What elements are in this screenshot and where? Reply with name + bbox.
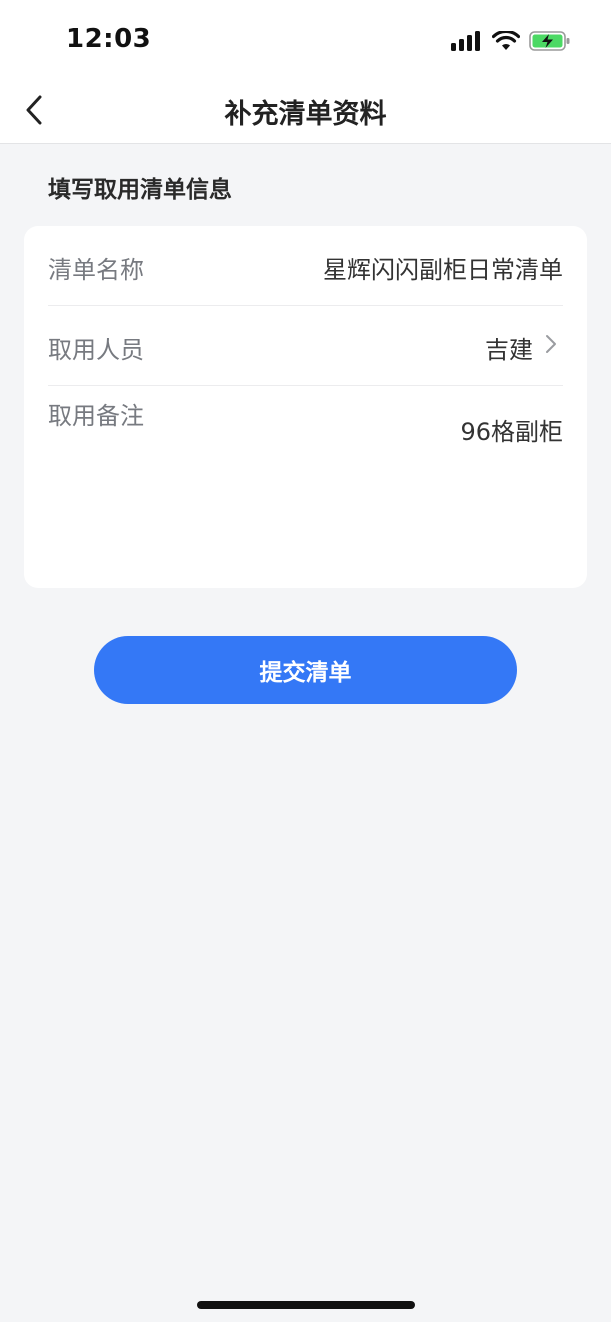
signal-icon xyxy=(451,31,480,51)
remark-value[interactable]: 96格副柜 xyxy=(460,412,563,447)
section-title: 填写取用清单信息 xyxy=(48,177,232,203)
battery-charging-icon xyxy=(529,31,570,51)
remark-label: 取用备注 xyxy=(48,402,144,430)
form-card: 清单名称 星辉闪闪副柜日常清单 取用人员 吉建 取用备注 96格副柜 xyxy=(24,226,587,588)
form-row-list-name[interactable]: 清单名称 星辉闪闪副柜日常清单 xyxy=(48,226,563,306)
chevron-right-icon xyxy=(546,335,556,353)
recipient-label: 取用人员 xyxy=(48,336,144,364)
status-bar: 12:03 xyxy=(0,0,611,78)
form-row-recipient[interactable]: 取用人员 吉建 xyxy=(48,306,563,386)
submit-list-button[interactable]: 提交清单 xyxy=(94,636,517,704)
recipient-value: 吉建 xyxy=(485,336,533,364)
status-icons xyxy=(451,28,571,54)
page-title: 补充清单资料 xyxy=(224,99,387,130)
list-name-value: 星辉闪闪副柜日常清单 xyxy=(323,256,563,284)
home-indicator xyxy=(197,1301,415,1309)
nav-bar: 补充清单资料 xyxy=(0,78,611,144)
wifi-icon xyxy=(492,31,520,50)
form-row-remark[interactable]: 取用备注 96格副柜 xyxy=(48,386,563,586)
status-time: 12:03 xyxy=(66,24,152,54)
list-name-label: 清单名称 xyxy=(48,256,144,284)
